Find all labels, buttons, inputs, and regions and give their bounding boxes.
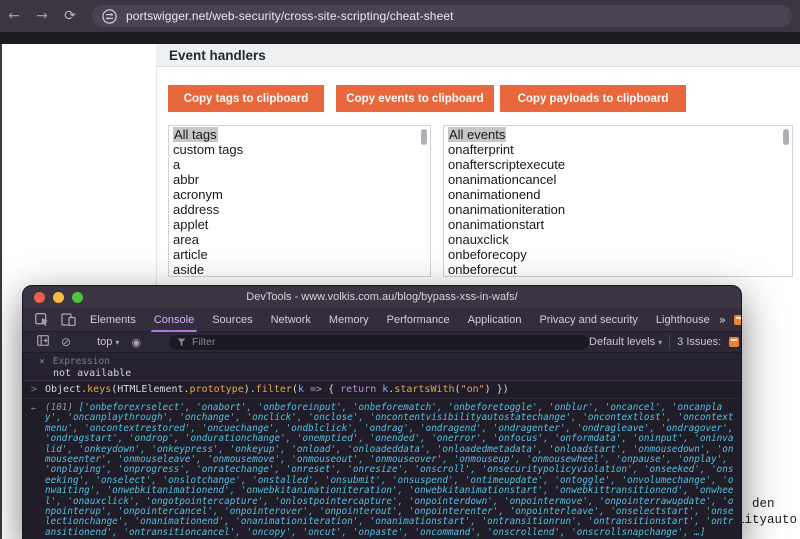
scrollbar-thumb[interactable] [783,129,789,145]
tab-lighthouse[interactable]: Lighthouse [647,308,719,332]
context-selector[interactable]: top ▾ [97,336,119,348]
tab-performance[interactable]: Performance [378,308,459,332]
reload-icon[interactable]: ⟳ [56,8,84,24]
section-header: Event handlers [156,44,800,67]
forward-icon[interactable]: → [28,8,56,24]
live-expression-eye-icon[interactable]: ◉ [131,336,141,349]
list-item[interactable]: area [173,232,430,247]
default-levels-dropdown[interactable]: Default levels ▾ [589,336,662,348]
list-item[interactable]: onanimationend [448,187,792,202]
issues-link[interactable]: 3 Issues: [677,336,721,348]
list-item[interactable]: applet [173,217,430,232]
command-text: Object.keys(HTMLElement.prototype).filte… [45,384,509,395]
list-item[interactable]: address [173,202,430,217]
issues-icon [729,337,740,347]
list-item[interactable]: acronym [173,187,430,202]
tags-listbox[interactable]: All tags custom tags a abbr acronym addr… [168,125,431,277]
live-expression-panel: ✕ Expression not available [23,353,741,381]
devtools-title: DevTools - www.volkis.com.au/blog/bypass… [246,291,518,303]
console-toolbar: ⊘ top ▾ ◉ Filter Default levels ▾ 3 Issu… [23,332,741,353]
page-title: Event handlers [169,47,266,63]
copy-tags-button[interactable]: Copy tags to clipboard [168,85,324,112]
list-item[interactable]: aside [173,262,430,276]
list-item[interactable]: abbr [173,172,430,187]
tab-elements[interactable]: Elements [81,308,145,332]
background-text-fragment: den [752,497,775,511]
list-item[interactable]: onafterscriptexecute [448,157,792,172]
copy-events-button[interactable]: Copy events to clipboard [336,85,494,112]
return-value-icon: ← [31,404,37,414]
console-command-echo: > Object.keys(HTMLElement.prototype).fil… [23,381,741,399]
inspect-element-icon[interactable] [34,313,50,327]
devtools-titlebar[interactable]: DevTools - www.volkis.com.au/blog/bypass… [23,286,741,308]
console-sidebar-icon[interactable] [37,335,49,349]
command-chevron-icon: > [31,384,38,395]
list-item[interactable]: a [173,157,430,172]
list-item[interactable]: article [173,247,430,262]
list-item[interactable]: onbeforecut [448,262,792,276]
tab-memory[interactable]: Memory [320,308,378,332]
tab-network[interactable]: Network [262,308,320,332]
tab-sources[interactable]: Sources [203,308,261,332]
list-item[interactable]: All events [448,127,792,142]
console-messages[interactable]: > Object.keys(HTMLElement.prototype).fil… [23,381,741,539]
window-edge [0,44,2,539]
divider [669,335,671,349]
copy-payloads-button[interactable]: Copy payloads to clipboard [500,85,686,112]
devtools-tabbar: Elements Console Sources Network Memory … [23,308,741,332]
list-item[interactable]: onanimationcancel [448,172,792,187]
url-bar[interactable]: portswigger.net/web-security/cross-site-… [92,5,792,27]
list-item[interactable]: onbeforecopy [448,247,792,262]
filter-placeholder: Filter [192,336,216,348]
url-text: portswigger.net/web-security/cross-site-… [126,9,454,23]
background-text-fragment: lityauto [737,513,798,527]
list-item[interactable]: All tags [173,127,430,142]
tab-privacy-security[interactable]: Privacy and security [530,308,646,332]
back-icon[interactable]: ← [0,8,28,24]
site-header-strip [0,32,800,44]
events-listbox[interactable]: All events onafterprint onafterscriptexe… [443,125,793,277]
result-array-preview[interactable]: (101) ['onbeforexrselect', 'onabort', 'o… [45,402,735,538]
scrollbar-thumb[interactable] [421,129,427,145]
close-icon[interactable]: ✕ [39,356,45,367]
site-info-icon[interactable] [102,8,117,24]
clear-console-icon[interactable]: ⊘ [61,335,71,349]
tab-console[interactable]: Console [145,308,203,332]
list-item[interactable]: onanimationiteration [448,202,792,217]
tab-application[interactable]: Application [459,308,531,332]
more-tabs-icon[interactable]: » [719,313,726,327]
live-expression-header: ✕ Expression [39,356,110,367]
live-expression-value: not available [53,368,132,379]
filter-funnel-icon [177,337,186,346]
browser-toolbar: ← → ⟳ portswigger.net/web-security/cross… [0,0,800,32]
devtools-window: DevTools - www.volkis.com.au/blog/bypass… [22,285,742,539]
screen: ← → ⟳ portswigger.net/web-security/cross… [0,0,800,539]
console-filter-input[interactable]: Filter [169,334,590,350]
list-item[interactable]: onafterprint [448,142,792,157]
list-item[interactable]: onauxclick [448,232,792,247]
issues-icon[interactable] [734,314,741,325]
console-result: ← (101) ['onbeforexrselect', 'onabort', … [23,399,741,538]
list-item[interactable]: onanimationstart [448,217,792,232]
device-toolbar-icon[interactable] [60,313,76,327]
list-item[interactable]: custom tags [173,142,430,157]
